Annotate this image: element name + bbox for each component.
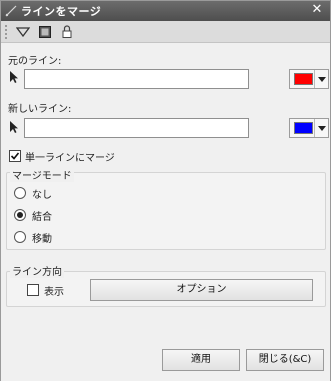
chevron-down-icon[interactable] xyxy=(314,119,328,137)
source-color-swatch xyxy=(294,73,313,85)
radio-join-label: 結合 xyxy=(32,212,52,223)
radio-join[interactable] xyxy=(14,209,26,221)
close-icon[interactable]: ✕ xyxy=(310,3,324,17)
chevron-down-icon[interactable] xyxy=(314,70,328,88)
merge-lines-panel: ラインをマージ ✕ 元のライン: 新しいライン: 単一ラインにマージ マージモー… xyxy=(0,0,331,381)
pick-arrow-icon[interactable] xyxy=(9,120,19,134)
merge-mode-title: マージモード xyxy=(10,167,74,182)
radio-move[interactable] xyxy=(14,231,26,243)
check-icon xyxy=(10,152,20,160)
source-line-field[interactable] xyxy=(24,69,249,89)
toolbar-grip xyxy=(5,24,11,39)
options-button[interactable]: オプション xyxy=(90,279,313,301)
toolbar xyxy=(1,21,330,43)
new-color-picker[interactable] xyxy=(289,118,329,138)
line-direction-title: ライン方向 xyxy=(10,263,64,278)
merge-single-checkbox[interactable] xyxy=(9,150,21,162)
title-bar[interactable]: ラインをマージ ✕ xyxy=(1,1,330,21)
new-color-swatch xyxy=(294,122,313,134)
show-direction-label: 表示 xyxy=(44,287,64,298)
new-line-field[interactable] xyxy=(24,118,249,138)
radio-none-label: なし xyxy=(32,190,52,201)
radio-none[interactable] xyxy=(14,187,26,199)
merge-single-label: 単一ラインにマージ xyxy=(25,153,115,164)
image-icon[interactable] xyxy=(35,23,55,41)
filter-icon[interactable] xyxy=(13,23,33,41)
show-direction-checkbox[interactable] xyxy=(27,284,39,296)
new-line-label: 新しいライン: xyxy=(8,104,72,115)
close-button[interactable]: 閉じる(&C) xyxy=(246,349,324,371)
window-title: ラインをマージ xyxy=(21,5,102,18)
source-line-label: 元のライン: xyxy=(8,56,62,67)
lock-icon[interactable] xyxy=(57,23,77,41)
merge-mode-group xyxy=(6,172,326,250)
apply-button[interactable]: 適用 xyxy=(162,349,240,371)
pick-arrow-icon[interactable] xyxy=(9,70,19,84)
radio-move-label: 移動 xyxy=(32,234,52,245)
source-color-picker[interactable] xyxy=(289,69,329,89)
line-tool-icon xyxy=(5,5,17,17)
